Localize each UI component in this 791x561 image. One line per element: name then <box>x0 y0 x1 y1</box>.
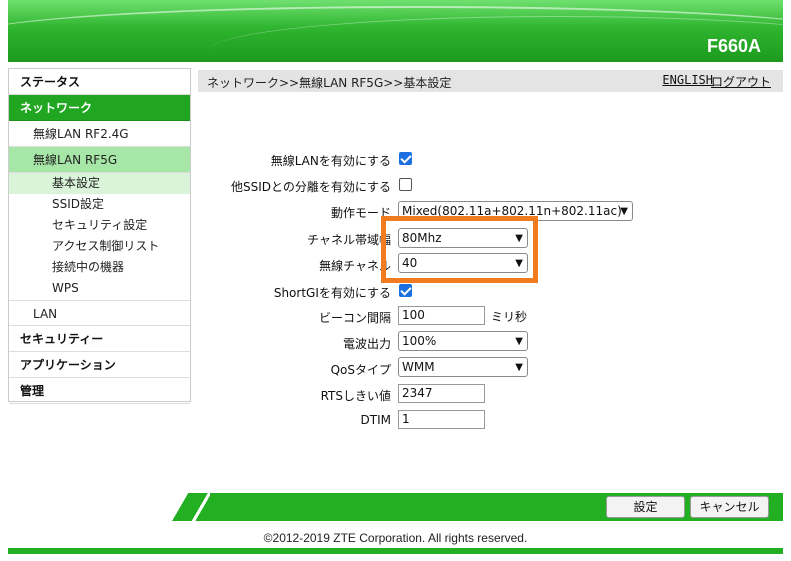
menu-wlan-24g[interactable]: 無線LAN RF2.4G <box>9 121 190 147</box>
english-link[interactable]: ENGLISH <box>662 73 713 87</box>
menu-network[interactable]: ネットワーク <box>9 95 190 121</box>
menu-security-settings[interactable]: セキュリティ設定 <box>9 215 190 236</box>
ssid-isolation-label: 他SSIDとの分離を有効にする <box>230 180 391 194</box>
rts-input[interactable]: 2347 <box>398 384 485 403</box>
shortgi-label: ShortGIを有効にする <box>273 286 391 300</box>
tx-power-label: 電波出力 <box>342 337 391 351</box>
menu-status[interactable]: ステータス <box>9 69 190 95</box>
bandwidth-label: チャネル帯域幅 <box>307 233 391 247</box>
logout-link[interactable]: ログアウト <box>711 73 771 90</box>
qos-label: QoSタイプ <box>330 363 391 377</box>
menu-wlan-5g[interactable]: 無線LAN RF5G <box>9 147 190 173</box>
highlight-box <box>381 216 538 283</box>
beacon-label: ビーコン間隔 <box>318 311 391 325</box>
header-banner: F660A <box>8 0 783 62</box>
wlan-enable-label: 無線LANを有効にする <box>270 154 391 168</box>
rts-label: RTSしきい値 <box>320 389 391 403</box>
beacon-input[interactable]: 100 <box>398 306 485 325</box>
beacon-unit: ミリ秒 <box>491 310 528 324</box>
qos-select[interactable]: WMM ▼ <box>398 357 528 377</box>
menu-lan[interactable]: LAN <box>9 300 190 326</box>
dtim-input[interactable]: 1 <box>398 410 485 429</box>
footer-line <box>8 548 783 554</box>
menu-wps[interactable]: WPS <box>9 278 190 300</box>
chevron-down-icon: ▼ <box>515 336 523 347</box>
tx-power-select-value: 100% <box>402 334 437 348</box>
wlan-enable-checkbox[interactable] <box>399 152 412 165</box>
tx-power-select[interactable]: 100% ▼ <box>398 331 528 351</box>
sidebar-menu: ステータス ネットワーク 無線LAN RF2.4G 無線LAN RF5G 基本設… <box>8 68 191 404</box>
menu-management[interactable]: 管理 <box>9 378 190 404</box>
chevron-down-icon: ▼ <box>515 362 523 373</box>
shortgi-checkbox[interactable] <box>399 284 412 297</box>
top-bar: ネットワーク>>無線LAN RF5G>>基本設定 ENGLISH ログアウト <box>198 70 783 92</box>
menu-access-control-list[interactable]: アクセス制御リスト <box>9 236 190 257</box>
copyright-text: ©2012-2019 ZTE Corporation. All rights r… <box>263 531 528 545</box>
chevron-down-icon: ▼ <box>620 206 628 217</box>
apply-button[interactable]: 設定 <box>606 496 685 518</box>
device-model-label: F660A <box>706 36 761 56</box>
menu-security[interactable]: セキュリティー <box>9 326 190 352</box>
ssid-isolation-checkbox[interactable] <box>399 178 412 191</box>
breadcrumb: ネットワーク>>無線LAN RF5G>>基本設定 <box>207 76 452 90</box>
menu-ssid-settings[interactable]: SSID設定 <box>9 194 190 215</box>
dtim-label: DTIM <box>360 413 391 427</box>
menu-connected-devices[interactable]: 接続中の機器 <box>9 257 190 278</box>
menu-application[interactable]: アプリケーション <box>9 352 190 378</box>
menu-basic-settings[interactable]: 基本設定 <box>9 173 190 194</box>
qos-select-value: WMM <box>402 360 435 374</box>
cancel-button[interactable]: キャンセル <box>690 496 769 518</box>
action-bar-stripe <box>165 493 210 521</box>
